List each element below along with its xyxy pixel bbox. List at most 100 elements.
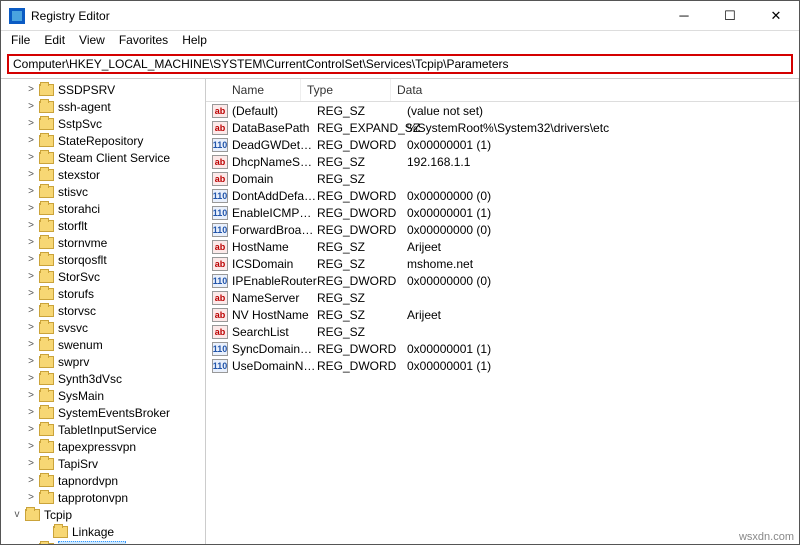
value-row[interactable]: 110UseDomainNam…REG_DWORD0x00000001 (1) [206, 357, 799, 374]
address-bar[interactable] [7, 54, 793, 74]
menu-help[interactable]: Help [182, 33, 207, 49]
menu-view[interactable]: View [79, 33, 105, 49]
value-row[interactable]: abDhcpNameServerREG_SZ192.168.1.1 [206, 153, 799, 170]
tree-item[interactable]: >stornvme [1, 234, 205, 251]
folder-icon [39, 254, 54, 266]
tree-twisty-icon[interactable]: > [25, 475, 37, 486]
tree-twisty-icon[interactable]: > [25, 152, 37, 163]
tree-twisty-icon[interactable]: > [25, 339, 37, 350]
menu-edit[interactable]: Edit [44, 33, 65, 49]
tree-twisty-icon[interactable]: > [25, 424, 37, 435]
tree-twisty-icon[interactable]: > [25, 237, 37, 248]
folder-icon [39, 84, 54, 96]
tree-item[interactable]: >SysMain [1, 387, 205, 404]
tree-item[interactable]: >tapprotonvpn [1, 489, 205, 506]
tree-item[interactable]: vTcpip [1, 506, 205, 523]
tree-twisty-icon[interactable]: > [25, 356, 37, 367]
tree-twisty-icon[interactable]: > [25, 373, 37, 384]
value-row[interactable]: abHostNameREG_SZArijeet [206, 238, 799, 255]
tree-twisty-icon[interactable]: > [25, 186, 37, 197]
tree-item[interactable]: >storvsc [1, 302, 205, 319]
tree-item[interactable]: >StorSvc [1, 268, 205, 285]
value-row[interactable]: 110ForwardBroadca…REG_DWORD0x00000000 (0… [206, 221, 799, 238]
value-data: 0x00000000 (0) [407, 223, 799, 237]
value-name: IPEnableRouter [232, 274, 317, 288]
tree-label: Steam Client Service [58, 151, 170, 165]
tree-item[interactable]: >SstpSvc [1, 115, 205, 132]
tree-item[interactable]: > storqosflt [1, 251, 205, 268]
tree-item[interactable]: >storahci [1, 200, 205, 217]
tree-twisty-icon[interactable]: > [25, 254, 37, 265]
tree-item[interactable]: >storufs [1, 285, 205, 302]
value-row[interactable]: abNV HostNameREG_SZArijeet [206, 306, 799, 323]
menu-favorites[interactable]: Favorites [119, 33, 168, 49]
tree-item[interactable]: >TabletInputService [1, 421, 205, 438]
tree-item[interactable]: >swprv [1, 353, 205, 370]
tree-item[interactable]: >ssh-agent [1, 98, 205, 115]
titlebar[interactable]: Registry Editor ─ ☐ ✕ [1, 1, 799, 31]
tree-item[interactable]: >svsvc [1, 319, 205, 336]
minimize-button[interactable]: ─ [661, 1, 707, 31]
tree-twisty-icon[interactable]: > [25, 118, 37, 129]
tree-twisty-icon[interactable]: > [25, 135, 37, 146]
value-row[interactable]: 110EnableICMPRedi…REG_DWORD0x00000001 (1… [206, 204, 799, 221]
value-row[interactable]: 110DontAddDefault…REG_DWORD0x00000000 (0… [206, 187, 799, 204]
registry-tree[interactable]: >SSDPSRV>ssh-agent>SstpSvc>StateReposito… [1, 79, 206, 544]
tree-twisty-icon[interactable]: > [25, 203, 37, 214]
value-row[interactable]: 110IPEnableRouterREG_DWORD0x00000000 (0) [206, 272, 799, 289]
tree-twisty-icon[interactable]: > [25, 169, 37, 180]
value-row[interactable]: 110SyncDomainWit…REG_DWORD0x00000001 (1) [206, 340, 799, 357]
value-row[interactable]: abSearchListREG_SZ [206, 323, 799, 340]
menu-file[interactable]: File [11, 33, 30, 49]
tree-item[interactable]: > stexstor [1, 166, 205, 183]
maximize-button[interactable]: ☐ [707, 1, 753, 31]
tree-item[interactable]: >SSDPSRV [1, 81, 205, 98]
tree-label: storqosflt [58, 253, 107, 267]
value-row[interactable]: abNameServerREG_SZ [206, 289, 799, 306]
tree-item[interactable]: Linkage [1, 523, 205, 540]
value-row[interactable]: 110DeadGWDetect…REG_DWORD0x00000001 (1) [206, 136, 799, 153]
col-name[interactable]: Name [206, 79, 301, 101]
tree-item[interactable]: >swenum [1, 336, 205, 353]
tree-twisty-icon[interactable]: > [25, 288, 37, 299]
value-type: REG_EXPAND_SZ [317, 121, 407, 135]
value-row[interactable]: abDomainREG_SZ [206, 170, 799, 187]
tree-item[interactable]: vParameters [1, 540, 205, 544]
tree-twisty-icon[interactable]: > [25, 390, 37, 401]
tree-twisty-icon[interactable]: > [25, 220, 37, 231]
value-name: SyncDomainWit… [232, 342, 317, 356]
tree-item[interactable]: >stisvc [1, 183, 205, 200]
string-icon: ab [212, 121, 228, 135]
tree-item[interactable]: >StateRepository [1, 132, 205, 149]
tree-twisty-icon[interactable]: > [25, 492, 37, 503]
tree-item[interactable]: >SystemEventsBroker [1, 404, 205, 421]
tree-item[interactable]: >storflt [1, 217, 205, 234]
tree-item[interactable]: > Steam Client Service [1, 149, 205, 166]
tree-twisty-icon[interactable]: > [25, 101, 37, 112]
tree-twisty-icon[interactable]: v [11, 509, 23, 520]
tree-label: stexstor [58, 168, 100, 182]
value-row[interactable]: abDataBasePathREG_EXPAND_SZ%SystemRoot%\… [206, 119, 799, 136]
tree-item[interactable]: >Synth3dVsc [1, 370, 205, 387]
list-header: Name Type Data [206, 79, 799, 102]
value-row[interactable]: abICSDomainREG_SZmshome.net [206, 255, 799, 272]
col-data[interactable]: Data [391, 79, 799, 101]
tree-twisty-icon[interactable]: > [25, 305, 37, 316]
tree-twisty-icon[interactable]: > [25, 271, 37, 282]
folder-icon [53, 526, 68, 538]
tree-twisty-icon[interactable]: > [25, 458, 37, 469]
value-list[interactable]: Name Type Data ab(Default)REG_SZ(value n… [206, 79, 799, 544]
tree-item[interactable]: >tapexpressvpn [1, 438, 205, 455]
tree-twisty-icon[interactable]: v [25, 543, 37, 544]
col-type[interactable]: Type [301, 79, 391, 101]
close-button[interactable]: ✕ [753, 1, 799, 31]
folder-icon [39, 424, 54, 436]
tree-twisty-icon[interactable]: > [25, 441, 37, 452]
value-row[interactable]: ab(Default)REG_SZ(value not set) [206, 102, 799, 119]
tree-twisty-icon[interactable]: > [25, 84, 37, 95]
tree-twisty-icon[interactable]: > [25, 322, 37, 333]
tree-item[interactable]: >tapnordvpn [1, 472, 205, 489]
tree-item[interactable]: >TapiSrv [1, 455, 205, 472]
value-name: (Default) [232, 104, 317, 118]
tree-twisty-icon[interactable]: > [25, 407, 37, 418]
